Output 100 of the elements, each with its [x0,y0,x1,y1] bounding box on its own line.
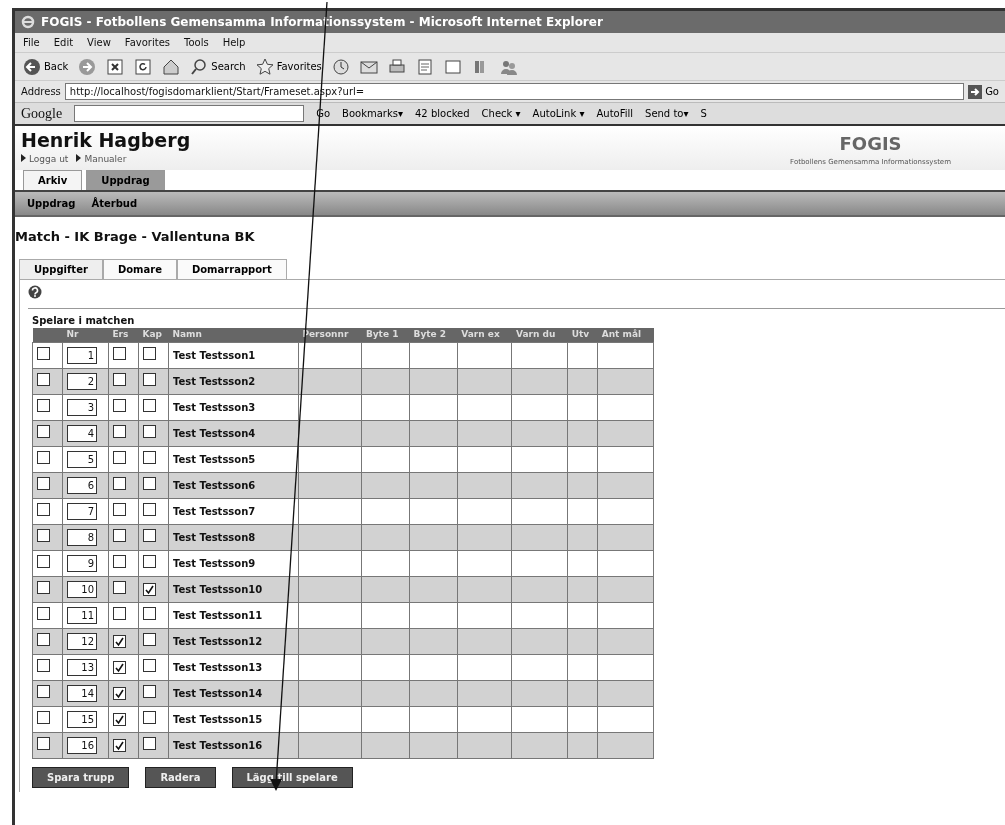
checkbox[interactable] [112,738,126,752]
printer-icon[interactable] [387,57,406,76]
menu-item[interactable]: Favorites [124,35,170,50]
checkbox[interactable] [142,658,156,672]
checkbox[interactable] [37,424,50,438]
google-search-field[interactable] [74,105,305,122]
checkbox[interactable] [112,424,126,438]
checkbox[interactable] [112,450,126,464]
checkbox[interactable] [142,398,156,412]
number-field[interactable]: 2 [67,372,97,390]
menu-item[interactable]: Tools [184,35,209,50]
match-tab[interactable]: Domarrapport [176,258,287,279]
stop-icon[interactable] [106,57,125,76]
favorites-button[interactable]: Favorites [255,57,322,76]
checkbox[interactable] [112,712,126,726]
checkbox[interactable] [112,634,126,648]
checkbox[interactable] [112,660,126,674]
toolbar-button[interactable]: Check ▾ [481,106,521,121]
toolbar-button[interactable]: S [700,106,707,121]
checkbox[interactable] [112,476,126,490]
header-link[interactable]: Logga ut [21,152,77,167]
number-field[interactable]: 9 [67,554,97,572]
checkbox[interactable] [142,606,156,620]
checkbox[interactable] [142,450,156,464]
checkbox[interactable] [37,476,50,490]
menu-item[interactable]: File [23,35,40,50]
number-field[interactable]: 11 [67,606,97,624]
number-field[interactable]: 16 [67,736,97,754]
menu-item[interactable]: Edit [53,35,74,50]
checkbox[interactable] [112,606,126,620]
number-field[interactable]: 12 [67,632,97,650]
toolbar-button[interactable]: AutoFill [596,106,634,121]
action-button[interactable]: Radera [145,766,216,788]
number-field[interactable]: 14 [67,684,97,702]
sub-nav-link[interactable]: Uppdrag [19,194,84,213]
checkbox[interactable] [142,424,156,438]
checkbox[interactable] [142,502,156,516]
checkbox[interactable] [142,528,156,542]
number-field[interactable]: 13 [67,658,97,676]
number-field[interactable]: 15 [67,710,97,728]
toolbar-button[interactable]: Send to▾ [645,106,689,121]
number-field[interactable]: 3 [67,398,97,416]
menu-item[interactable]: View [87,35,111,50]
checkbox[interactable] [37,684,50,698]
forward-arrow-icon[interactable] [78,57,97,76]
match-tab[interactable]: Domare [102,258,177,279]
toolbar-button[interactable]: 42 blocked [415,106,470,121]
toolbar-button[interactable]: Bookmarks▾ [342,106,403,121]
number-field[interactable]: 7 [67,502,97,520]
main-tab[interactable]: Arkiv [23,170,83,190]
checkbox[interactable] [142,582,156,596]
checkbox[interactable] [142,476,156,490]
checkbox[interactable] [112,686,126,700]
number-field[interactable]: 10 [67,580,97,598]
home-icon[interactable] [162,57,181,76]
checkbox[interactable] [142,736,156,750]
document-icon[interactable] [415,57,434,76]
number-field[interactable]: 6 [67,476,97,494]
checkbox[interactable] [37,606,50,620]
checkbox[interactable] [112,580,126,594]
checkbox[interactable] [142,346,156,360]
main-tab[interactable]: Uppdrag [86,170,165,190]
back-button[interactable]: Back [23,57,69,76]
checkbox[interactable] [112,372,126,386]
checkbox[interactable] [112,346,126,360]
checkbox[interactable] [37,736,50,750]
header-link[interactable]: Manualer [76,152,135,167]
number-field[interactable]: 4 [67,424,97,442]
checkbox[interactable] [37,658,50,672]
checkbox[interactable] [142,554,156,568]
toolbar-button[interactable]: AutoLink ▾ [532,106,585,121]
checkbox[interactable] [142,372,156,386]
checkbox[interactable] [142,710,156,724]
match-tab[interactable]: Uppgifter [19,258,103,279]
refresh-icon[interactable] [134,57,153,76]
checkbox[interactable] [37,528,50,542]
number-field[interactable]: 8 [67,528,97,546]
checkbox[interactable] [142,684,156,698]
clock-icon[interactable] [331,57,350,76]
action-button[interactable]: Spara trupp [32,766,130,788]
checkbox[interactable] [37,554,50,568]
go-button[interactable]: Go [968,84,999,99]
checkbox[interactable] [37,580,50,594]
number-field[interactable]: 1 [67,346,97,364]
checkbox[interactable] [37,502,50,516]
sub-nav-link[interactable]: Återbud [83,194,146,213]
checkbox[interactable] [37,450,50,464]
checkbox[interactable] [37,346,50,360]
checkbox[interactable] [112,528,126,542]
checkbox[interactable] [37,372,50,386]
menu-item[interactable]: Help [222,35,246,50]
checkbox[interactable] [112,502,126,516]
number-field[interactable]: 5 [67,450,97,468]
checkbox[interactable] [37,398,50,412]
checkbox[interactable] [37,710,50,724]
checkbox[interactable] [142,632,156,646]
checkbox[interactable] [37,632,50,646]
checkbox[interactable] [112,398,126,412]
checkbox[interactable] [112,554,126,568]
search-button[interactable]: Search [190,57,246,76]
